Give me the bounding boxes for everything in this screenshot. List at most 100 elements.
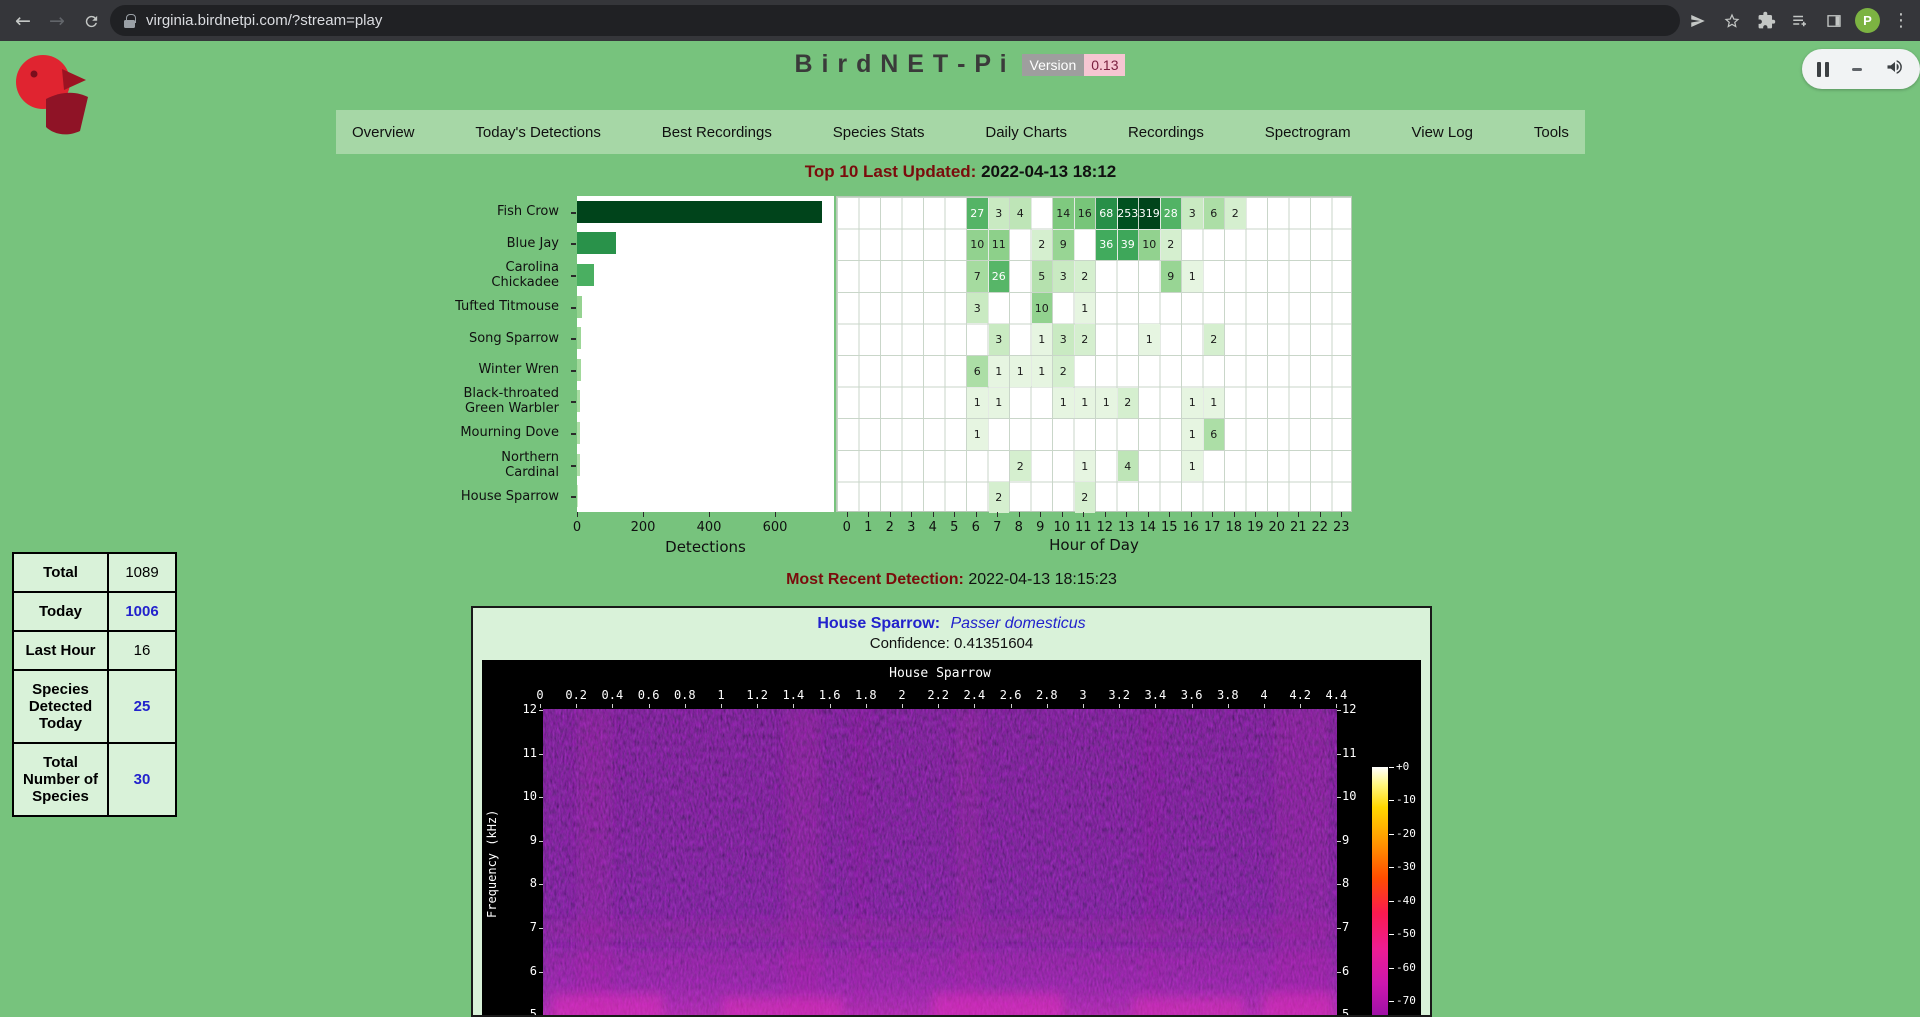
nav-item-daily-charts[interactable]: Daily Charts: [985, 124, 1067, 141]
most-recent-label: Most Recent Detection:: [786, 571, 964, 588]
audio-player[interactable]: [1802, 49, 1920, 89]
spec-block: House Sparrow Frequency (kHz): [482, 660, 1421, 1017]
axis-tick-label: 18: [1225, 520, 1242, 535]
heatmap-cell-carolina-chickadee-h15: 9: [1161, 261, 1182, 292]
colorbar-tick: -20: [1396, 827, 1416, 840]
spec-time-tick: 3.6: [1181, 688, 1203, 702]
pause-icon[interactable]: [1817, 62, 1829, 77]
nav-item-recordings[interactable]: Recordings: [1128, 124, 1204, 141]
spec-freq-tick-left: 6: [500, 964, 537, 978]
reading-list-icon[interactable]: [1787, 8, 1813, 34]
stats-value[interactable]: 25: [108, 670, 176, 743]
axis-tick-label: 9: [1036, 520, 1044, 535]
heatmap-cell-black-throated-green-warbler-h7: 1: [989, 388, 1010, 419]
heatmap-cell-blue-jay-h12: 36: [1096, 230, 1117, 261]
version-badge: Version 0.13: [1022, 54, 1126, 76]
heatmap-cell-fish-crow-h7: 3: [989, 198, 1010, 229]
nav-item-best-recordings[interactable]: Best Recordings: [662, 124, 772, 141]
spec-time-tick-dash: [793, 704, 794, 708]
bar-axes: [577, 196, 834, 512]
colorbar-tick-dash: [1389, 800, 1394, 801]
nav-item-today-s-detections[interactable]: Today's Detections: [475, 124, 600, 141]
spec-freq-tick-left: 7: [500, 920, 537, 934]
bar-tufted-titmouse: [577, 296, 582, 318]
spec-time-tick-dash: [938, 704, 939, 708]
spec-freq-dash-right: [1337, 972, 1341, 973]
heatmap-cell-blue-jay-h14: 10: [1139, 230, 1160, 261]
version-label: Version: [1022, 54, 1085, 76]
axis-tick-label: 0: [843, 520, 851, 535]
heatmap-cell-blue-jay-h9: 2: [1032, 230, 1053, 261]
colorbar-tick-dash: [1389, 901, 1394, 902]
axis-tick-dash: [1169, 512, 1170, 517]
share-icon[interactable]: [1685, 8, 1711, 34]
spec-time-tick-dash: [685, 704, 686, 708]
detection-title: House Sparrow: Passer domesticus: [473, 614, 1430, 633]
spec-time-tick: 0.2: [565, 688, 587, 702]
spec-freq-dash-right: [1337, 928, 1341, 929]
bar-song-sparrow: [577, 327, 581, 349]
heatmap-cell-fish-crow-h17: 6: [1204, 198, 1225, 229]
back-icon[interactable]: ←: [8, 6, 38, 36]
extensions-icon[interactable]: [1753, 8, 1779, 34]
menu-dots-icon[interactable]: ⋮: [1888, 8, 1914, 34]
spec-freq-dash-right: [1337, 841, 1341, 842]
axis-tick-label: 21: [1290, 520, 1307, 535]
heatmap-cell-fish-crow-h15: 28: [1161, 198, 1182, 229]
axis-tick-dash: [954, 512, 955, 517]
detection-scientific-name-link[interactable]: Passer domesticus: [950, 615, 1085, 632]
axis-tick-dash: [868, 512, 869, 517]
forward-icon[interactable]: →: [42, 6, 72, 36]
heatmap-cell-blue-jay-h15: 2: [1161, 230, 1182, 261]
reload-icon[interactable]: [76, 6, 106, 36]
species-label-tufted-titmouse: Tufted Titmouse: [304, 291, 559, 323]
axis-tick-label: 19: [1247, 520, 1264, 535]
seek-dash[interactable]: [1852, 68, 1862, 71]
axis-tick-dash: [1298, 512, 1299, 517]
heatmap-cell-black-throated-green-warbler-h13: 2: [1118, 388, 1139, 419]
spec-time-tick-dash: [1192, 704, 1193, 708]
nav-item-tools[interactable]: Tools: [1534, 124, 1569, 141]
heatmap-cell-fish-crow-h6: 27: [967, 198, 988, 229]
axis-tick-dash: [1212, 512, 1213, 517]
axis-tick-dash: [1341, 512, 1342, 517]
spec-time-tick-dash: [1264, 704, 1265, 708]
bar-ytick-dash: [571, 496, 576, 498]
bookmark-star-icon[interactable]: [1719, 8, 1745, 34]
heatmap-cell-black-throated-green-warbler-h17: 1: [1204, 388, 1225, 419]
spec-freq-dash-left: [539, 884, 543, 885]
species-label-carolina-chickadee: Carolina Chickadee: [304, 259, 559, 291]
heatmap-cell-carolina-chickadee-h10: 3: [1053, 261, 1074, 292]
stats-row-total: Total1089: [13, 553, 176, 592]
heatmap-cell-blue-jay-h13: 39: [1118, 230, 1139, 261]
detection-common-name-link[interactable]: House Sparrow:: [817, 615, 940, 632]
stats-value[interactable]: 1006: [108, 592, 176, 631]
detection-panel: House Sparrow: Passer domesticus Confide…: [471, 606, 1432, 1017]
url-text: virginia.birdnetpi.com/?stream=play: [146, 12, 382, 29]
axis-tick-dash: [1019, 512, 1020, 517]
spec-time-tick: 2.4: [964, 688, 986, 702]
nav-item-species-stats[interactable]: Species Stats: [833, 124, 925, 141]
address-bar[interactable]: virginia.birdnetpi.com/?stream=play: [110, 5, 1680, 36]
nav-item-overview[interactable]: Overview: [352, 124, 415, 141]
heatmap-grid: 2734141668253319283621011293639102726532…: [836, 196, 1352, 512]
colorbar-tick-dash: [1389, 867, 1394, 868]
axis-tick-dash: [1062, 512, 1063, 517]
spec-time-tick-dash: [1047, 704, 1048, 708]
profile-avatar[interactable]: P: [1855, 8, 1880, 33]
nav-item-spectrogram[interactable]: Spectrogram: [1265, 124, 1351, 141]
stats-value[interactable]: 30: [108, 743, 176, 816]
heatmap-cell-mourning-dove-h17: 6: [1204, 419, 1225, 450]
axis-tick-dash: [643, 512, 644, 517]
spec-time-tick-dash: [1011, 704, 1012, 708]
heatmap-cell-house-sparrow-h11: 2: [1075, 482, 1096, 513]
heatmap-cell-fish-crow-h13: 253: [1118, 198, 1139, 229]
lock-icon[interactable]: [124, 14, 135, 28]
speaker-icon[interactable]: [1885, 57, 1905, 82]
spec-time-tick-dash: [1336, 704, 1337, 708]
side-panel-icon[interactable]: [1821, 8, 1847, 34]
axis-tick-label: 5: [950, 520, 958, 535]
spectrogram-ylabel: Frequency (kHz): [484, 709, 500, 1017]
nav-item-view-log[interactable]: View Log: [1412, 124, 1473, 141]
colorbar-tick-dash: [1389, 767, 1394, 768]
